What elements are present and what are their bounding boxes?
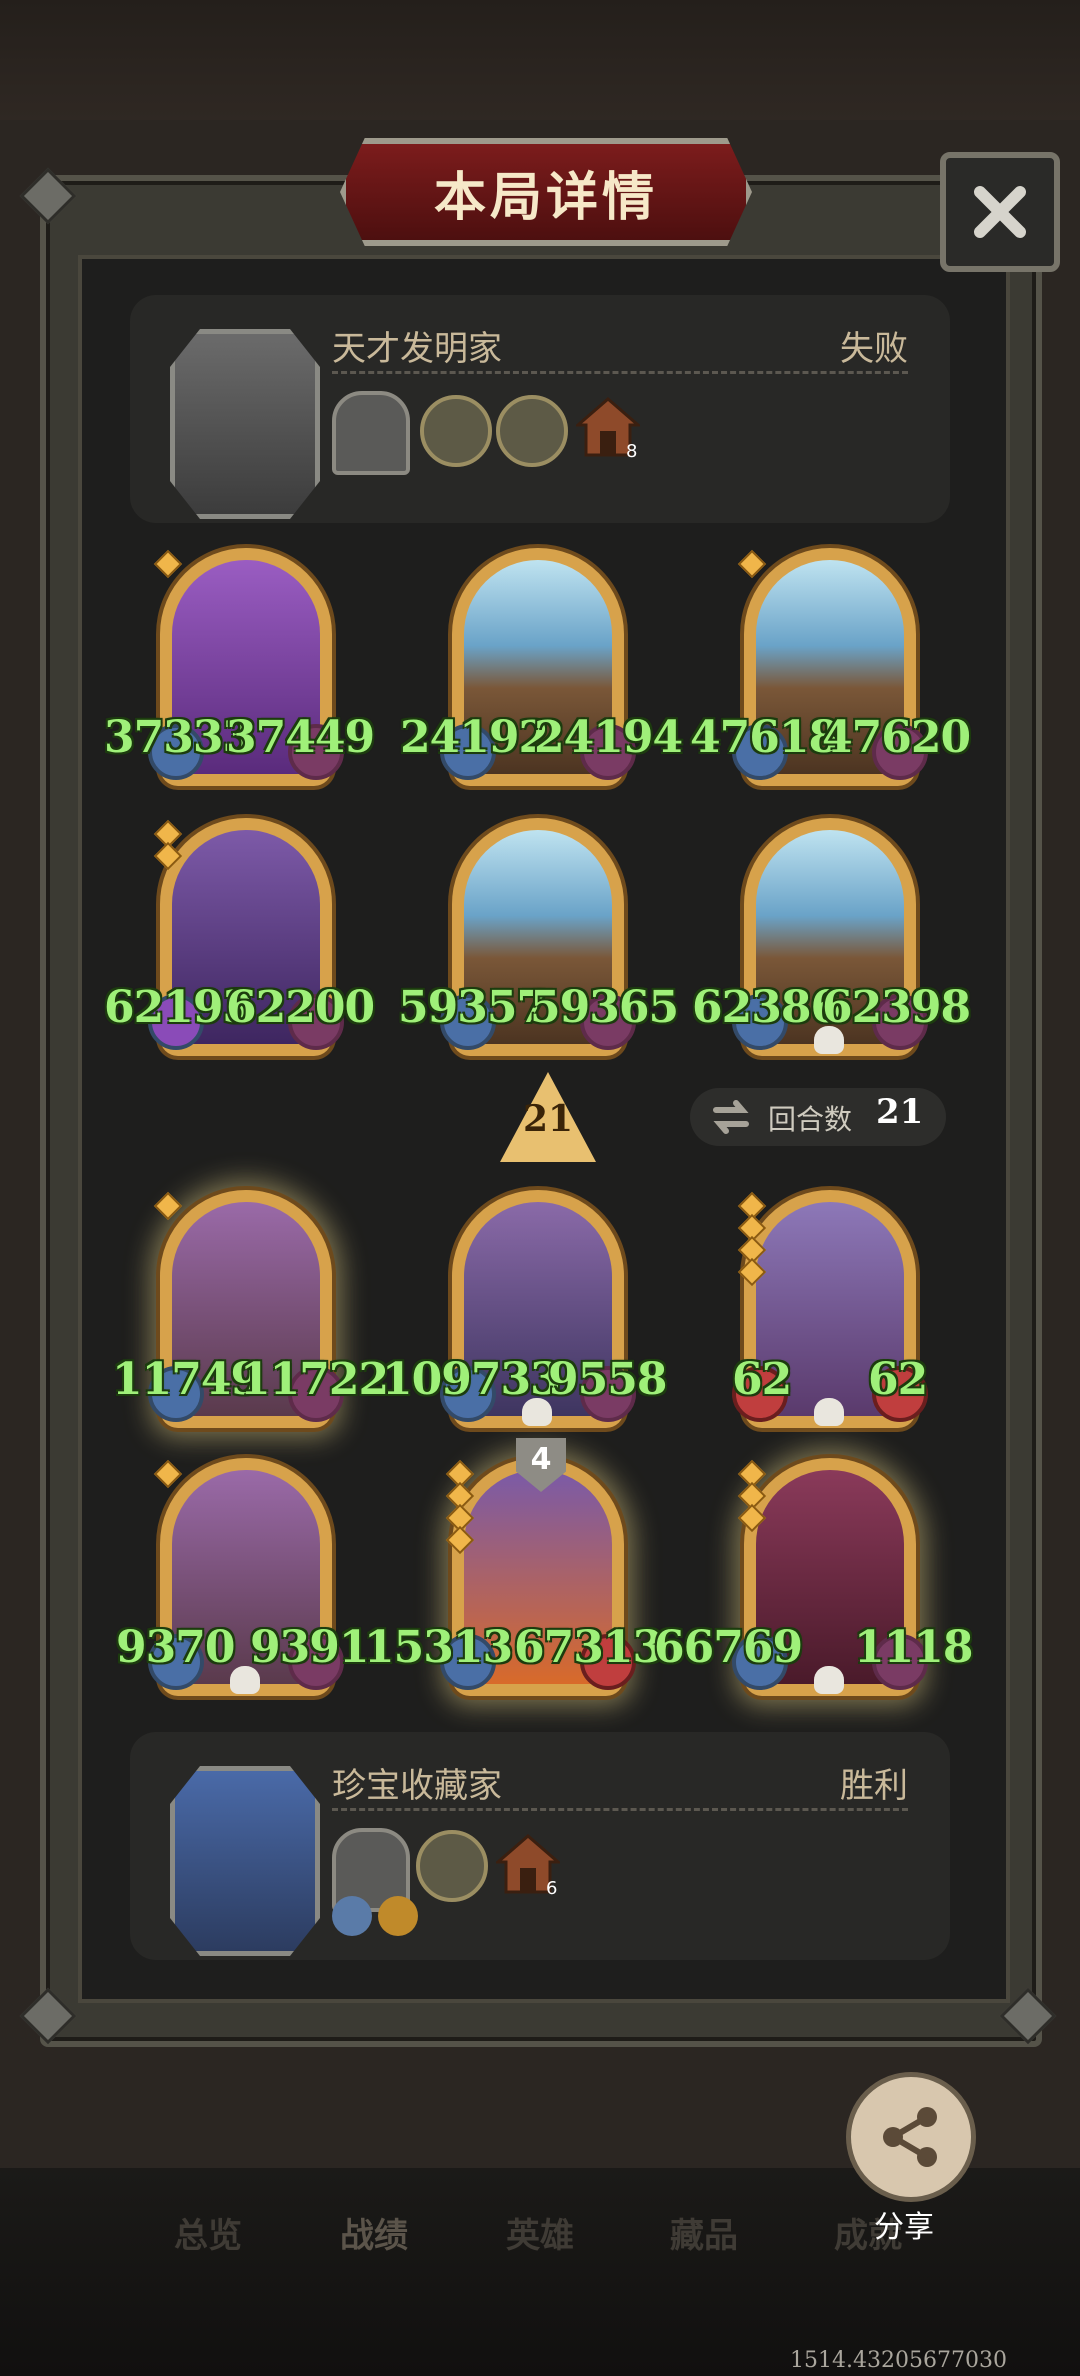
food-relic-icon[interactable] [416,1830,488,1902]
tab-heroes[interactable]: 英雄 [506,2208,574,2257]
potion-relic-icon[interactable] [496,395,568,467]
card-attack: 15313 [364,1622,513,1673]
lightbulb-relic-icon[interactable] [332,391,410,475]
round-value: 21 [876,1092,924,1132]
page-title: 本局详情 [433,167,658,228]
card-health: 9558 [548,1354,667,1405]
card-health: 1118 [854,1622,973,1673]
card-health: 62200 [226,982,375,1033]
card-health: 11722 [240,1354,389,1405]
opponent-result: 失败 [840,329,908,369]
tab-overview[interactable]: 总览 [174,2208,242,2257]
card-tier: 4 [530,1442,552,1477]
self-result: 胜利 [840,1766,908,1806]
close-icon [974,186,1026,238]
card-health: 59365 [530,982,679,1033]
tab-records[interactable]: 战绩 [340,2208,408,2257]
self-player-box: 珍宝收藏家 胜利 6 [130,1732,950,1960]
close-button[interactable] [940,152,1060,272]
sword-buff-icon[interactable] [332,1896,372,1936]
card-health: 37449 [226,712,375,763]
card-attack: 47618 [690,712,839,763]
card-attack: 62386 [692,982,841,1033]
card-health: 24194 [534,712,683,763]
card-attack: 62 [732,1354,792,1405]
share-icon [883,2107,937,2167]
tier-arrow-value: 21 [522,1098,574,1140]
divider [332,371,908,374]
card-health: 47620 [822,712,971,763]
card-attack: 59357 [398,982,547,1033]
opponent-player-box: 天才发明家 失败 8 [130,295,950,523]
house-level: 6 [546,1878,558,1899]
card-attack: 109733 [382,1354,561,1405]
card-health: 62 [868,1354,928,1405]
card-attack: 66769 [654,1622,803,1673]
card-health: 62398 [822,982,971,1033]
opponent-avatar[interactable] [170,329,320,519]
card-health: 9391 [250,1622,369,1673]
round-counter: 回合数 21 [690,1088,946,1146]
card-health: 67313 [514,1622,663,1673]
share-label: 分享 [874,2210,934,2245]
top-background [0,0,1080,120]
gold-buff-icon[interactable] [378,1896,418,1936]
share-button[interactable] [846,2072,976,2202]
house-icon[interactable]: 6 [493,1832,563,1899]
plate-relic-icon[interactable] [420,395,492,467]
self-name: 珍宝收藏家 [332,1766,502,1806]
divider [332,1808,908,1811]
house-level: 8 [626,441,638,462]
coordinate-readout: 1514.43205677030 [790,2348,1007,2373]
refresh-icon [713,1100,749,1134]
tab-collection[interactable]: 藏品 [670,2208,738,2257]
house-icon[interactable]: 8 [573,395,643,462]
card-attack: 24192 [400,712,549,763]
title-plate: 本局详情 [340,138,752,246]
self-avatar[interactable] [170,1766,320,1956]
opponent-name: 天才发明家 [332,329,502,369]
card-attack: 9370 [116,1622,235,1673]
round-label: 回合数 [768,1103,853,1136]
skull-icon [814,1398,844,1426]
card-attack: 11749 [112,1354,261,1405]
skull-icon [814,1666,844,1694]
